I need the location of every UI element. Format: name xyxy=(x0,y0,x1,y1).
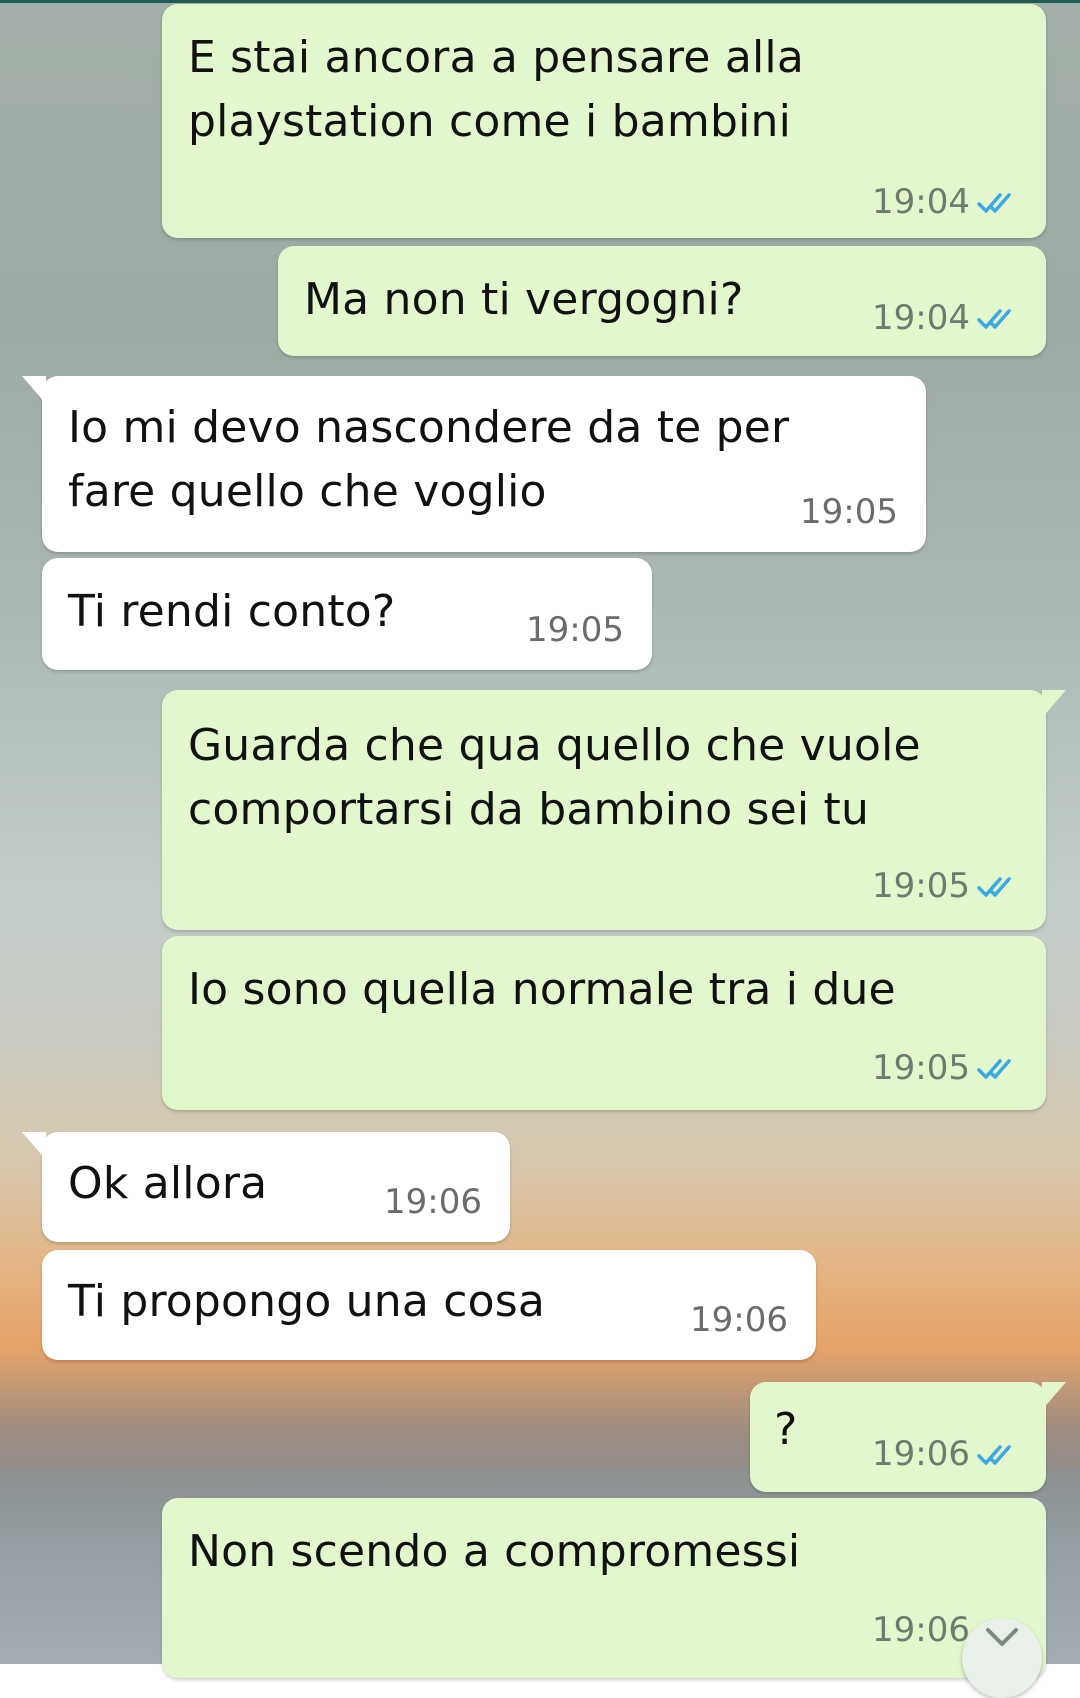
message-text: E stai ancora a pensare alla playstation… xyxy=(188,32,805,147)
message-time: 19:05 xyxy=(526,610,624,650)
scroll-to-bottom-button[interactable] xyxy=(962,1618,1042,1698)
message-text: Ti propongo una cosa xyxy=(68,1276,545,1327)
message-text: Ma non ti vergogni? xyxy=(304,274,744,325)
read-double-check-icon xyxy=(977,1059,1011,1079)
message-bubble-incoming[interactable]: Ti propongo una cosa 19:06 xyxy=(42,1250,816,1360)
message-text: ? xyxy=(774,1404,798,1455)
message-meta: 19:05 xyxy=(526,610,624,650)
message-text: Ok allora xyxy=(68,1158,268,1209)
message-bubble-incoming[interactable]: Ok allora 19:06 xyxy=(22,1132,510,1242)
message-bubble-outgoing[interactable]: E stai ancora a pensare alla playstation… xyxy=(162,4,1046,238)
message-meta: 19:06 xyxy=(872,1434,1022,1474)
chevron-down-icon xyxy=(986,1628,1018,1646)
read-double-check-icon xyxy=(977,1445,1011,1465)
message-bubble-outgoing[interactable]: ? 19:06 xyxy=(750,1382,1066,1492)
message-time: 19:06 xyxy=(384,1182,482,1222)
message-text: Io sono quella normale tra i due xyxy=(188,964,896,1015)
message-time: 19:05 xyxy=(872,1048,970,1088)
message-time: 19:06 xyxy=(872,1610,970,1650)
message-time: 19:05 xyxy=(800,492,898,532)
message-bubble-outgoing[interactable]: Guarda che qua quello che vuole comporta… xyxy=(162,690,1066,930)
message-time: 19:04 xyxy=(872,298,970,338)
message-meta: 19:05 xyxy=(872,1048,1022,1088)
message-time: 19:05 xyxy=(872,866,970,906)
message-time: 19:06 xyxy=(690,1300,788,1340)
message-meta: 19:05 xyxy=(800,492,898,532)
read-double-check-icon xyxy=(977,309,1011,329)
message-meta: 19:06 xyxy=(384,1182,482,1222)
message-meta: 19:05 xyxy=(872,866,1022,906)
read-double-check-icon xyxy=(977,877,1011,897)
message-meta: 19:04 xyxy=(872,182,1022,222)
header-edge xyxy=(0,0,1080,3)
message-text: Ti rendi conto? xyxy=(68,586,396,637)
message-meta: 19:06 xyxy=(690,1300,788,1340)
message-bubble-outgoing[interactable]: Ma non ti vergogni? 19:04 xyxy=(278,246,1046,356)
message-text: Io mi devo nascondere da te per fare que… xyxy=(68,402,790,517)
message-bubble-incoming[interactable]: Io mi devo nascondere da te per fare que… xyxy=(22,376,926,552)
message-text: Non scendo a compromessi xyxy=(188,1526,801,1577)
message-time: 19:06 xyxy=(872,1434,970,1474)
message-bubble-incoming[interactable]: Ti rendi conto? 19:05 xyxy=(42,558,652,670)
message-bubble-outgoing[interactable]: Non scendo a compromessi 19:06 xyxy=(162,1498,1046,1678)
message-bubble-outgoing[interactable]: Io sono quella normale tra i due 19:05 xyxy=(162,936,1046,1110)
message-meta: 19:04 xyxy=(872,298,1022,338)
read-double-check-icon xyxy=(977,193,1011,213)
message-time: 19:04 xyxy=(872,182,970,222)
message-text: Guarda che qua quello che vuole comporta… xyxy=(188,720,921,835)
